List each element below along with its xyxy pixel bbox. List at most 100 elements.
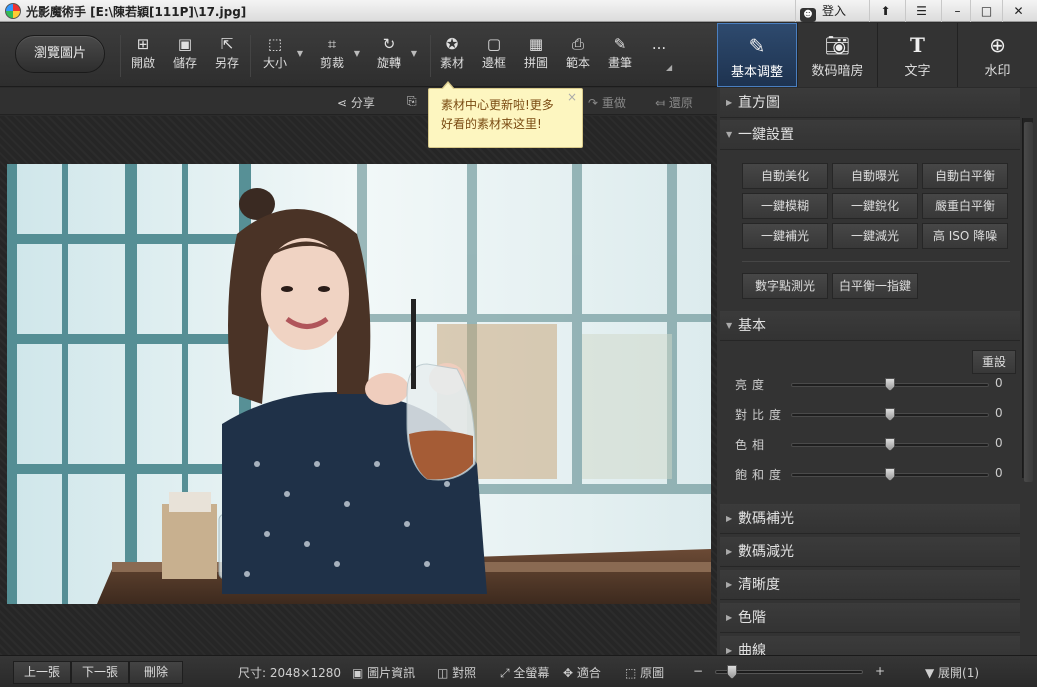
fit-label: 適合 xyxy=(576,666,601,680)
crop-button[interactable]: ⌗ 剪裁 ▼ xyxy=(318,33,360,79)
one-click-sharpen-button[interactable]: 一鍵銳化 xyxy=(832,193,918,219)
hue-slider-knob[interactable] xyxy=(885,438,895,451)
section-label: 基本 xyxy=(738,318,766,334)
close-button[interactable]: ✕ xyxy=(1002,0,1034,22)
redo-label: 重做 xyxy=(601,96,626,110)
panel-tabs: ✎ 基本调整 📷︎ 数码暗房 T 文字 ⊕ 水印 xyxy=(717,23,1037,87)
crop-dropdown-icon[interactable]: ▼ xyxy=(354,49,360,58)
zoom-out-button[interactable]: − xyxy=(693,664,703,678)
save-button[interactable]: ▣ 儲存 xyxy=(171,33,199,79)
slider-value: 0 xyxy=(995,376,1003,390)
more-icon: ... xyxy=(651,35,667,53)
one-click-fill-light-button[interactable]: 一鍵補光 xyxy=(742,223,828,249)
login-button[interactable]: ☻ 登入 xyxy=(795,0,863,22)
tab-text[interactable]: T 文字 xyxy=(877,23,957,87)
previous-image-button[interactable]: 上一張 xyxy=(13,661,71,684)
spot-metering-button[interactable]: 數字點測光 xyxy=(742,273,828,299)
fullscreen-button[interactable]: ⤢ 全螢幕 xyxy=(500,664,549,681)
original-size-icon: ⬚ xyxy=(625,666,641,680)
menu-button[interactable]: ☰ xyxy=(905,0,937,22)
expand-arrow-icon: ▶ xyxy=(726,580,733,589)
undo-icon[interactable]: ⎘ xyxy=(407,94,417,109)
image-info-button[interactable]: ▣ 圖片資訊 xyxy=(352,664,415,681)
tab-label: 基本调整 xyxy=(730,65,783,80)
collage-button[interactable]: ▦ 拼圖 xyxy=(522,33,550,79)
tab-basic-adjust[interactable]: ✎ 基本调整 xyxy=(717,23,797,87)
panel-scrollbar[interactable] xyxy=(1022,118,1033,482)
one-click-reduce-light-button[interactable]: 一鍵減光 xyxy=(832,223,918,249)
section-label: 清晰度 xyxy=(738,577,780,593)
image-size-text: 尺寸: 2048×1280 xyxy=(238,666,341,680)
section-digital-reduce-light[interactable]: ▶ 數碼減光 xyxy=(720,537,1020,567)
tab-watermark[interactable]: ⊕ 水印 xyxy=(957,23,1037,87)
more-tools-button[interactable]: ... xyxy=(648,33,670,79)
toolbar-expand-icon[interactable]: ◢ xyxy=(666,63,672,72)
adjust-panel: ▶ 直方圖 ▼ 一鍵設置 自動美化 自動曝光 自動白平衡 一鍵模糊 一鍵銳化 嚴重白… xyxy=(717,88,1037,655)
zoom-slider-knob[interactable] xyxy=(727,665,737,679)
skin-button[interactable]: ⬆ xyxy=(869,0,901,22)
resize-label: 大小 xyxy=(262,56,287,70)
save-as-button[interactable]: ⇱ 另存 xyxy=(213,33,241,79)
reset-button[interactable]: 重設 xyxy=(972,350,1016,374)
compare-button[interactable]: ◫ 對照 xyxy=(437,664,476,681)
app-logo-icon xyxy=(5,3,21,19)
saturation-slider-row: 飽和度 0 xyxy=(735,464,1020,484)
tab-digital-darkroom[interactable]: 📷︎ 数码暗房 xyxy=(797,23,877,87)
zoom-in-button[interactable]: + xyxy=(875,664,885,678)
severe-white-balance-button[interactable]: 嚴重白平衡 xyxy=(922,193,1008,219)
restore-button[interactable]: ⤆ 還原 xyxy=(655,94,693,111)
minimize-button[interactable]: – xyxy=(941,0,973,22)
scrollbar-thumb[interactable] xyxy=(1024,122,1033,482)
rotate-dropdown-icon[interactable]: ▼ xyxy=(411,49,417,58)
section-digital-fill-light[interactable]: ▶ 數碼補光 xyxy=(720,504,1020,534)
redo-button[interactable]: ↷ 重做 xyxy=(588,94,626,111)
section-curves[interactable]: ▶ 曲線 xyxy=(720,636,1020,655)
brightness-slider-knob[interactable] xyxy=(885,378,895,391)
delete-button[interactable]: 刪除 xyxy=(129,661,183,684)
maximize-button[interactable]: □ xyxy=(970,0,1002,22)
border-button[interactable]: ▢ 邊框 xyxy=(480,33,508,79)
section-histogram[interactable]: ▶ 直方圖 xyxy=(720,88,1020,118)
contrast-slider-knob[interactable] xyxy=(885,408,895,421)
section-label: 數碼減光 xyxy=(738,544,794,560)
browse-images-button[interactable]: 瀏覽圖片 xyxy=(15,35,105,73)
brush-button[interactable]: ✎ 畫筆 xyxy=(606,33,634,79)
image-canvas[interactable] xyxy=(0,116,717,655)
rotate-button[interactable]: ↻ 旋轉 ▼ xyxy=(375,33,417,79)
expand-label: 展開(1) xyxy=(938,666,980,680)
expand-arrow-icon: ▶ xyxy=(726,613,733,622)
section-basic[interactable]: ▼ 基本 xyxy=(720,311,1020,341)
save-as-label: 另存 xyxy=(214,56,239,70)
tooltip-close-icon[interactable]: × xyxy=(567,88,577,107)
white-balance-picker-button[interactable]: 白平衡一指鍵 xyxy=(832,273,918,299)
restore-label: 還原 xyxy=(668,96,693,110)
section-oneclick[interactable]: ▼ 一鍵設置 xyxy=(720,120,1020,150)
auto-white-balance-button[interactable]: 自動白平衡 xyxy=(922,163,1008,189)
original-size-label: 原圖 xyxy=(640,666,665,680)
resize-button[interactable]: ⬚ 大小 ▼ xyxy=(261,33,303,79)
share-button[interactable]: ⋖ 分享 xyxy=(337,94,375,111)
auto-exposure-button[interactable]: 自動曝光 xyxy=(832,163,918,189)
brush-icon: ✎ xyxy=(613,35,627,53)
zoom-slider-track[interactable] xyxy=(715,670,863,674)
high-iso-denoise-button[interactable]: 高 ISO 降噪 xyxy=(922,223,1008,249)
material-icon: ✪ xyxy=(445,35,459,53)
section-clarity[interactable]: ▶ 清晰度 xyxy=(720,570,1020,600)
watermark-icon: ⊕ xyxy=(989,33,1006,57)
material-button[interactable]: ✪ 素材 xyxy=(438,33,466,79)
one-click-blur-button[interactable]: 一鍵模糊 xyxy=(742,193,828,219)
expand-filmstrip-button[interactable]: ▼ 展開(1) xyxy=(925,664,979,681)
material-label: 素材 xyxy=(439,56,464,70)
section-levels[interactable]: ▶ 色階 xyxy=(720,603,1020,633)
saturation-slider-knob[interactable] xyxy=(885,468,895,481)
original-size-button[interactable]: ⬚ 原圖 xyxy=(625,664,664,681)
resize-dropdown-icon[interactable]: ▼ xyxy=(297,49,303,58)
fit-button[interactable]: ✥ 適合 xyxy=(563,664,601,681)
slider-value: 0 xyxy=(995,466,1003,480)
next-image-button[interactable]: 下一張 xyxy=(71,661,129,684)
section-label: 直方圖 xyxy=(738,95,780,111)
open-button[interactable]: ⊞ 開啟 xyxy=(129,33,157,79)
auto-beautify-button[interactable]: 自動美化 xyxy=(742,163,828,189)
template-button[interactable]: ⎙ 範本 xyxy=(564,33,592,79)
fullscreen-icon: ⤢ xyxy=(500,666,514,680)
